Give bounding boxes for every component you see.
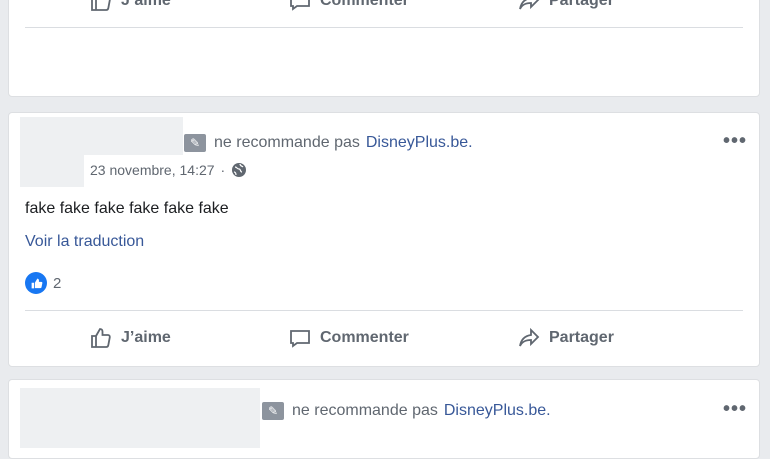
share-icon: [519, 327, 540, 347]
thumbs-up-icon: [91, 0, 111, 11]
comment-button[interactable]: Commenter: [288, 326, 409, 350]
thumbs-up-icon: [91, 328, 111, 348]
review-header: ✎ ne recommande pas DisneyPlus.be.: [184, 134, 473, 152]
post-meta: 23 novembre, 14:27 ·: [90, 162, 247, 178]
page-link[interactable]: DisneyPlus.be.: [366, 134, 473, 152]
comment-label: Commenter: [320, 329, 409, 346]
reaction-count: 2: [53, 274, 62, 292]
see-translation-link[interactable]: Voir la traduction: [25, 233, 144, 251]
reactions-summary[interactable]: 2: [25, 272, 61, 294]
meta-separator: ·: [220, 162, 226, 178]
comment-icon: [290, 0, 310, 11]
share-icon: [519, 0, 540, 10]
more-options-button[interactable]: •••: [723, 399, 747, 419]
globe-icon[interactable]: [231, 162, 247, 178]
previous-review-card: J’aime Commenter Partager: [8, 0, 760, 97]
review-body: fake fake fake fake fake fake: [25, 200, 229, 217]
like-label: J’aime: [121, 329, 171, 346]
share-label: Partager: [549, 0, 614, 9]
share-button[interactable]: Partager: [517, 326, 614, 350]
like-reaction-icon: [25, 272, 47, 294]
recommendation-text: ne recommande pas: [214, 134, 360, 151]
page-link[interactable]: DisneyPlus.be.: [444, 402, 551, 420]
previous-divider: [25, 27, 743, 28]
like-button[interactable]: J’aime: [89, 0, 171, 13]
avatar-redacted: [20, 151, 84, 187]
like-label: J’aime: [121, 0, 171, 9]
action-bar: J’aime Commenter Partager: [25, 320, 743, 356]
comment-button[interactable]: Commenter: [288, 0, 409, 13]
review-header: ✎ ne recommande pas DisneyPlus.be.: [262, 402, 551, 420]
more-options-button[interactable]: •••: [723, 131, 747, 151]
review-card: ✎ ne recommande pas DisneyPlus.be. ••• 2…: [8, 112, 760, 367]
author-name-redacted: [20, 117, 183, 155]
like-button[interactable]: J’aime: [89, 326, 171, 350]
review-flag-icon: ✎: [262, 402, 284, 420]
next-review-card: ✎ ne recommande pas DisneyPlus.be. •••: [8, 379, 760, 459]
share-label: Partager: [549, 329, 614, 346]
actions-divider: [25, 310, 743, 311]
previous-action-bar: J’aime Commenter Partager: [25, 0, 743, 19]
timestamp[interactable]: 23 novembre, 14:27: [90, 162, 215, 178]
review-flag-icon: ✎: [184, 134, 206, 152]
author-name-redacted: [20, 388, 260, 448]
share-button[interactable]: Partager: [517, 0, 614, 13]
recommendation-text: ne recommande pas: [292, 402, 438, 419]
comment-icon: [290, 330, 310, 348]
comment-label: Commenter: [320, 0, 409, 9]
